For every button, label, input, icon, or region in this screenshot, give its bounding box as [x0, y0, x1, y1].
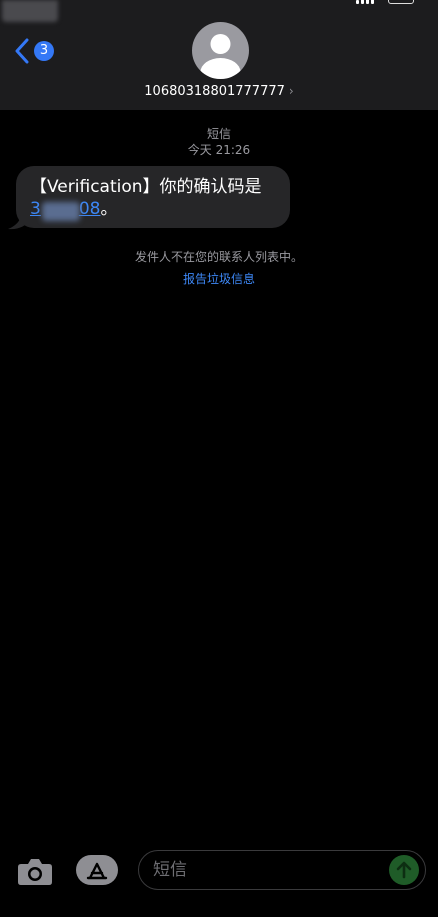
- received-message-bubble[interactable]: 【Verification】你的确认码是 3 08。: [16, 166, 290, 228]
- back-chevron-icon: [15, 38, 29, 64]
- contact-avatar[interactable]: [192, 22, 249, 79]
- send-arrow-icon: [396, 861, 412, 879]
- signal-icon: [356, 0, 374, 4]
- report-junk-link[interactable]: 报告垃圾信息: [0, 270, 438, 287]
- conversation-header: 3 10680318801777777 ›: [0, 0, 438, 110]
- message-suffix: 。: [100, 199, 118, 219]
- redaction-blur: [42, 202, 80, 221]
- contact-number: 10680318801777777: [144, 84, 285, 99]
- app-store-button[interactable]: [76, 855, 118, 885]
- verification-code-link[interactable]: 3 08: [30, 199, 100, 221]
- battery-icon: [388, 0, 414, 4]
- status-bar-indicators: [356, 0, 414, 4]
- send-button[interactable]: [389, 855, 419, 885]
- message-input[interactable]: [138, 850, 426, 890]
- back-button[interactable]: 3: [14, 38, 54, 64]
- unknown-sender-notice: 发件人不在您的联系人列表中。: [134, 250, 303, 264]
- camera-button[interactable]: [16, 855, 54, 887]
- contact-name-button[interactable]: 10680318801777777 ›: [0, 84, 438, 99]
- contact-chevron-icon: ›: [288, 84, 294, 98]
- camera-icon: [18, 859, 52, 885]
- unread-count-badge: 3: [34, 41, 54, 61]
- status-bar-blur: [2, 0, 58, 22]
- message-text: 【Verification】你的确认码是: [30, 177, 262, 197]
- service-label: 短信: [206, 127, 231, 141]
- message-timestamp: 今天 21:26: [187, 143, 251, 157]
- contact-avatar-icon: [200, 34, 241, 79]
- app-store-icon: [86, 862, 108, 880]
